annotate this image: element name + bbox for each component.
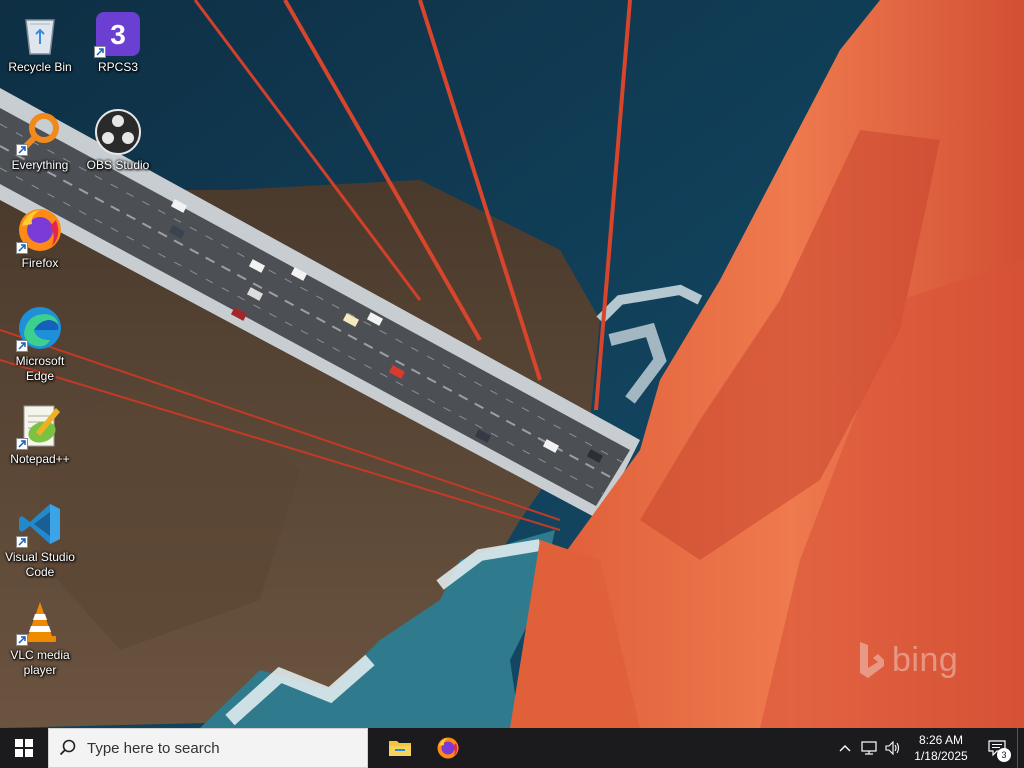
- bing-watermark: bing: [856, 636, 996, 684]
- taskbar: Type here to search 8:26 AM 1/18/2025 3: [0, 728, 1024, 768]
- desktop-icon-label: VLC media player: [10, 648, 70, 677]
- windows-logo-icon: [15, 739, 33, 757]
- chevron-up-icon: [839, 745, 851, 752]
- shortcut-arrow-icon: [16, 144, 28, 156]
- taskbar-clock[interactable]: 8:26 AM 1/18/2025: [905, 728, 977, 768]
- obs-studio-icon: [94, 108, 142, 156]
- desktop-icon-recycle-bin[interactable]: Recycle Bin: [0, 4, 80, 98]
- desktop-icon-vlc[interactable]: VLC media player: [0, 592, 80, 686]
- notepadpp-icon: [16, 402, 64, 450]
- clock-date: 1/18/2025: [914, 749, 968, 763]
- desktop-icon-label: Visual Studio Code: [5, 550, 75, 579]
- desktop-icon-rpcs3[interactable]: 3 RPCS3: [78, 4, 158, 98]
- system-tray: 8:26 AM 1/18/2025 3: [833, 728, 1024, 768]
- desktop-icon-obs-studio[interactable]: OBS Studio: [78, 102, 158, 196]
- start-button[interactable]: [0, 728, 48, 768]
- desktop-icon-label: Firefox: [21, 256, 59, 270]
- edge-icon: [16, 304, 64, 352]
- shortcut-arrow-icon: [16, 242, 28, 254]
- notification-count-badge: 3: [997, 748, 1011, 762]
- desktop-icon-label: Notepad++: [10, 452, 70, 466]
- vlc-icon: [16, 598, 64, 646]
- volume-icon: [885, 741, 900, 755]
- svg-text:3: 3: [110, 19, 126, 50]
- bing-watermark-text: bing: [892, 640, 959, 679]
- desktop-icon-notepad-plus-plus[interactable]: Notepad++: [0, 396, 80, 490]
- taskbar-search-box[interactable]: Type here to search: [48, 728, 368, 768]
- show-desktop-button[interactable]: [1017, 728, 1024, 768]
- volume-button[interactable]: [881, 728, 905, 768]
- taskbar-firefox[interactable]: [424, 728, 472, 768]
- vscode-icon: [16, 500, 64, 548]
- show-hidden-icons-button[interactable]: [833, 728, 857, 768]
- action-center-button[interactable]: 3: [977, 728, 1017, 768]
- shortcut-arrow-icon: [16, 438, 28, 450]
- rpcs3-icon: 3: [94, 10, 142, 58]
- search-icon: [59, 739, 76, 756]
- shortcut-arrow-icon: [94, 46, 106, 58]
- desktop-icon-visual-studio-code[interactable]: Visual Studio Code: [0, 494, 80, 588]
- search-placeholder: Type here to search: [87, 739, 220, 757]
- desktop-icon-everything[interactable]: Everything: [0, 102, 80, 196]
- desktop-icon-label: Everything: [11, 158, 69, 172]
- clock-time: 8:26 AM: [918, 733, 964, 747]
- everything-search-icon: [16, 108, 64, 156]
- file-explorer-icon: [389, 741, 411, 756]
- network-icon: [861, 741, 877, 755]
- desktop-icon-label: OBS Studio: [86, 158, 150, 172]
- desktop-icon-microsoft-edge[interactable]: Microsoft Edge: [0, 298, 80, 392]
- firefox-icon: [16, 206, 64, 254]
- shortcut-arrow-icon: [16, 340, 28, 352]
- desktop-icon-firefox[interactable]: Firefox: [0, 200, 80, 294]
- shortcut-arrow-icon: [16, 536, 28, 548]
- recycle-bin-icon: [16, 10, 64, 58]
- desktop-icon-label: Microsoft Edge: [15, 354, 65, 383]
- bing-logo-icon: [860, 642, 884, 678]
- taskbar-file-explorer[interactable]: [376, 728, 424, 768]
- desktop-icon-label: RPCS3: [97, 60, 138, 74]
- shortcut-arrow-icon: [16, 634, 28, 646]
- firefox-icon: [437, 737, 459, 759]
- desktop-icon-label: Recycle Bin: [8, 60, 72, 74]
- network-button[interactable]: [857, 728, 881, 768]
